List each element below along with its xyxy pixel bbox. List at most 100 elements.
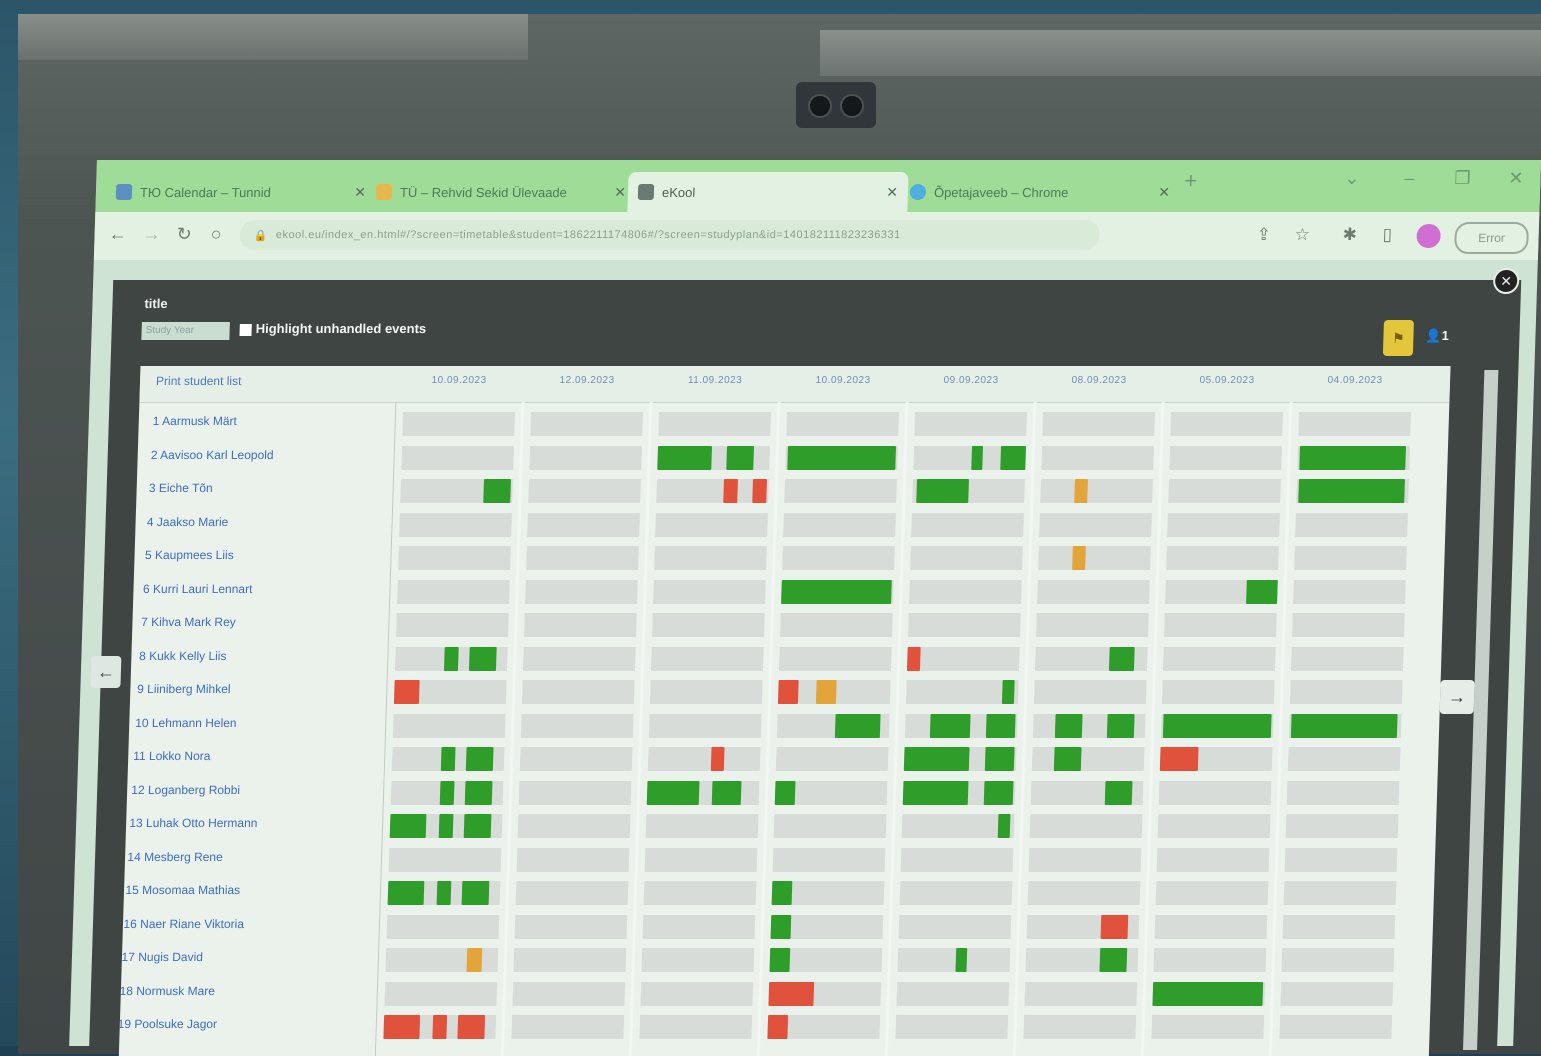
timeline-event-green[interactable] <box>787 445 896 470</box>
student-name-link[interactable]: 15 Mosomaa Mathias <box>125 883 240 897</box>
day-cell[interactable] <box>1158 780 1272 805</box>
day-cell[interactable] <box>401 445 515 470</box>
timeline-event-green[interactable] <box>955 948 968 972</box>
day-cell[interactable] <box>1289 680 1403 704</box>
timeline-event-red[interactable] <box>457 1015 485 1039</box>
day-cell[interactable] <box>650 646 764 671</box>
day-cell[interactable] <box>1290 646 1404 671</box>
day-cell[interactable] <box>658 412 772 436</box>
browser-tab[interactable]: ТЮ Calendar – Tunnid ✕ <box>105 172 376 212</box>
timeline-event-green[interactable] <box>1055 713 1083 738</box>
previous-period-arrow-icon[interactable]: ← <box>90 656 122 688</box>
timeline-event-green[interactable] <box>1152 981 1263 1006</box>
timeline-event-red[interactable] <box>710 747 725 771</box>
timeline-event-green[interactable] <box>781 579 892 604</box>
timeline-event-green[interactable] <box>444 646 459 671</box>
student-name-link[interactable]: 6 Kurri Lauri Lennart <box>143 582 253 596</box>
timeline-event-green[interactable] <box>438 814 454 838</box>
timeline-event-green[interactable] <box>1106 713 1135 738</box>
day-cell[interactable] <box>1169 445 1283 470</box>
day-cell[interactable] <box>900 847 1014 872</box>
student-name-link[interactable]: 3 Eiche Tõn <box>149 481 213 495</box>
day-cell[interactable] <box>529 445 643 470</box>
day-cell[interactable] <box>1027 881 1141 905</box>
day-cell[interactable] <box>778 646 892 671</box>
student-name-link[interactable]: 4 Jaakso Marie <box>147 515 229 529</box>
timeline-event-green[interactable] <box>483 479 511 503</box>
close-icon[interactable]: ✕ <box>1158 184 1170 201</box>
day-cell[interactable] <box>530 412 644 436</box>
share-page-icon[interactable]: ⇪ <box>1256 225 1271 245</box>
day-cell[interactable] <box>782 546 895 570</box>
day-cell[interactable] <box>653 579 766 604</box>
day-cell[interactable] <box>513 948 627 972</box>
day-cell[interactable] <box>1036 613 1149 637</box>
next-period-arrow-icon[interactable]: → <box>1439 680 1475 714</box>
day-cell[interactable] <box>645 814 759 838</box>
day-cell[interactable] <box>652 613 765 637</box>
extensions-puzzle-icon[interactable]: ✱ <box>1342 225 1357 245</box>
day-cell[interactable] <box>1285 814 1399 838</box>
timeline-event-green[interactable] <box>835 713 881 738</box>
student-name-link[interactable]: 17 Nugis David <box>121 950 203 964</box>
reload-icon[interactable]: ↻ <box>176 224 192 245</box>
timeline-event-green[interactable] <box>1245 579 1278 604</box>
day-cell[interactable] <box>641 948 755 972</box>
day-cell[interactable] <box>1033 680 1147 704</box>
day-cell[interactable] <box>783 512 896 537</box>
timeline-event-green[interactable] <box>770 914 792 939</box>
browser-tab-active[interactable]: eKool ✕ <box>627 172 909 212</box>
day-cell[interactable] <box>1024 981 1138 1006</box>
day-cell[interactable] <box>515 881 629 905</box>
day-cell[interactable] <box>784 479 897 503</box>
day-cell[interactable] <box>392 713 506 738</box>
day-cell[interactable] <box>899 881 1013 905</box>
day-cell[interactable] <box>1282 914 1396 939</box>
day-cell[interactable] <box>1039 512 1152 537</box>
close-icon[interactable]: ✕ <box>354 184 366 201</box>
student-name-link[interactable]: 13 Luhak Otto Hermann <box>129 816 258 830</box>
day-cell[interactable] <box>906 646 1020 671</box>
minimize-icon[interactable]: – <box>1404 168 1415 189</box>
day-cell[interactable] <box>512 981 626 1006</box>
address-bar[interactable]: 🔒 ekool.eu/index_en.html#/?screen=timeta… <box>239 220 1101 250</box>
forward-arrow-icon[interactable]: → <box>142 224 161 245</box>
timeline-event-green[interactable] <box>1002 680 1015 704</box>
timeline-event-green[interactable] <box>461 881 490 905</box>
day-cell[interactable] <box>520 713 634 738</box>
home-icon[interactable]: ○ <box>210 224 222 245</box>
day-cell[interactable] <box>398 546 511 570</box>
day-cell[interactable] <box>910 546 1023 570</box>
day-cell[interactable] <box>909 579 1022 604</box>
timeline-event-red[interactable] <box>906 646 922 671</box>
browser-tab[interactable]: Õpetajaveeb – Chrome ✕ <box>899 172 1180 212</box>
close-icon[interactable]: ✕ <box>614 184 626 201</box>
day-cell[interactable] <box>897 948 1011 972</box>
day-cell[interactable] <box>388 847 502 872</box>
timeline-event-orange[interactable] <box>1073 479 1089 503</box>
day-cell[interactable] <box>1280 981 1394 1006</box>
print-student-list-link[interactable]: Print student list <box>156 374 242 388</box>
timeline-event-green[interactable] <box>441 747 456 771</box>
day-cell[interactable] <box>1283 881 1397 905</box>
day-cell[interactable] <box>522 646 636 671</box>
day-cell[interactable] <box>1037 579 1150 604</box>
tab-search-chevron-icon[interactable]: ⌄ <box>1344 168 1360 189</box>
day-cell[interactable] <box>914 412 1028 436</box>
day-cell[interactable] <box>511 1015 625 1039</box>
day-cell[interactable] <box>527 512 640 537</box>
day-cell[interactable] <box>1293 579 1406 604</box>
timeline-event-red[interactable] <box>767 1015 789 1039</box>
day-cell[interactable] <box>1166 546 1279 570</box>
day-cell[interactable] <box>654 546 767 570</box>
day-cell[interactable] <box>1031 747 1145 771</box>
student-name-link[interactable]: 11 Lokko Nora <box>133 749 211 763</box>
timeline-event-green[interactable] <box>929 713 971 738</box>
day-cell[interactable] <box>1161 680 1275 704</box>
day-cell[interactable] <box>1286 780 1400 805</box>
day-cell[interactable] <box>1162 646 1276 671</box>
day-cell[interactable] <box>896 981 1010 1006</box>
day-cell[interactable] <box>528 479 641 503</box>
student-name-link[interactable]: 9 Liiniberg Mihkel <box>137 682 231 696</box>
timeline-event-green[interactable] <box>436 881 452 905</box>
